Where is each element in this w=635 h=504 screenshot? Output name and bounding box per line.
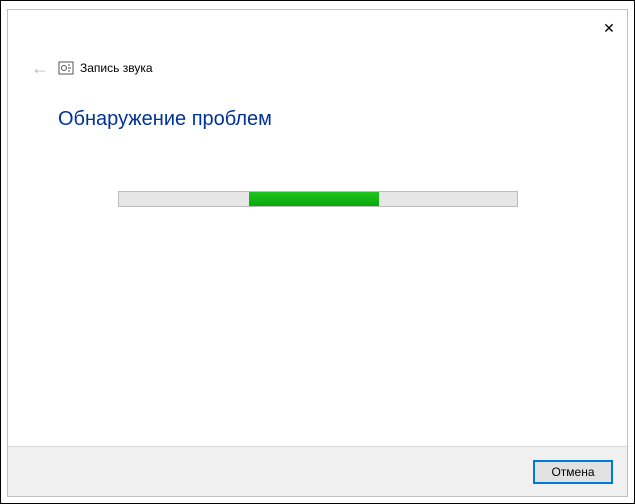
- progress-wrap: [58, 191, 577, 207]
- close-icon: ✕: [603, 20, 615, 37]
- content-area: Обнаружение проблем: [8, 80, 627, 446]
- page-heading: Обнаружение проблем: [58, 108, 577, 131]
- back-arrow-icon: ←: [31, 58, 49, 79]
- progress-segment: [249, 192, 379, 206]
- progress-bar: [118, 191, 518, 207]
- troubleshooter-dialog: ✕ ← Запись звука Обнаружение проблем: [7, 9, 628, 497]
- header-row: ← Запись звука: [8, 56, 627, 80]
- window-outer-border: ✕ ← Запись звука Обнаружение проблем: [0, 0, 635, 504]
- close-button[interactable]: ✕: [597, 16, 621, 40]
- window-title: Запись звука: [80, 61, 153, 75]
- footer: Отмена: [8, 446, 627, 496]
- window-outer-gap: ✕ ← Запись звука Обнаружение проблем: [1, 1, 634, 503]
- titlebar: ✕: [8, 10, 627, 50]
- cancel-button[interactable]: Отмена: [533, 460, 613, 484]
- back-button: ←: [28, 56, 52, 80]
- sound-recording-icon: [58, 61, 74, 75]
